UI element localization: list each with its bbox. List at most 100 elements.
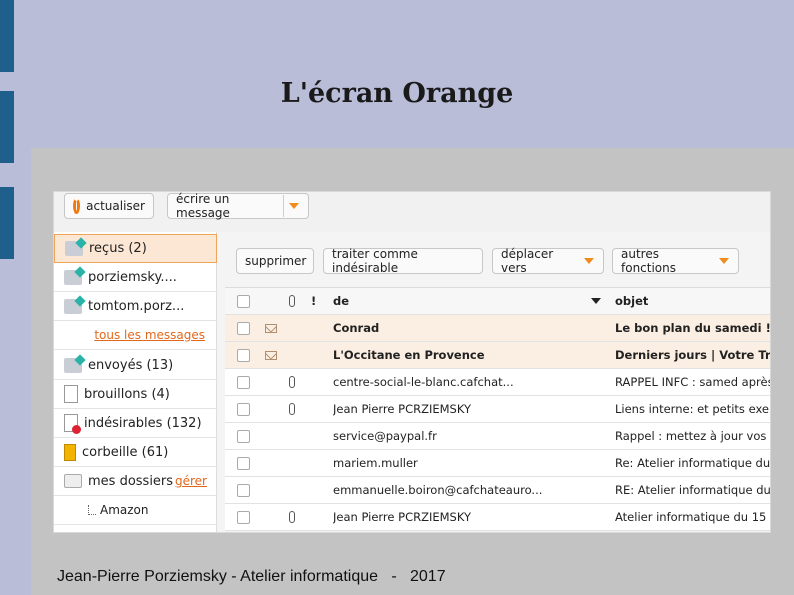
move-to-label: déplacer vers xyxy=(501,247,554,275)
table-row[interactable]: emmanuelle.boiron@cafchateauro... RE: Ate… xyxy=(225,477,771,504)
row-sender: L'Occitane en Provence xyxy=(333,348,485,362)
refresh-button[interactable]: actualiser xyxy=(64,193,154,219)
manage-folders-link[interactable]: gérer xyxy=(175,474,207,488)
sidebar-item-sent[interactable]: envoyés (13) xyxy=(54,351,217,380)
row-checkbox[interactable] xyxy=(237,348,250,362)
chevron-down-icon[interactable] xyxy=(288,199,300,213)
more-actions-label: autres fonctions xyxy=(621,247,677,275)
row-subject: Atelier informatique du 15 fev xyxy=(615,510,771,524)
sidebar-item-label: envoyés (13) xyxy=(88,357,174,373)
sidebar-item-drafts[interactable]: brouillons (4) xyxy=(54,380,217,409)
row-sender: Conrad xyxy=(333,321,380,335)
table-row[interactable]: L'Occitane en Provence Derniers jours | V… xyxy=(225,342,771,369)
select-all-cell xyxy=(237,288,250,314)
sidebar-item-inbox[interactable]: reçus (2) xyxy=(54,234,217,263)
row-checkbox[interactable] xyxy=(237,483,250,497)
from-column-header[interactable]: de xyxy=(333,288,601,314)
sidebar-item-label: Amazon xyxy=(100,503,149,517)
delete-label: supprimer xyxy=(245,254,307,268)
message-pane: supprimer traiter comme indésirable dépl… xyxy=(225,232,771,532)
trash-icon xyxy=(64,443,76,461)
sidebar-item-label: indésirables (132) xyxy=(84,415,202,431)
paperclip-icon xyxy=(289,403,295,415)
message-actions-toolbar: supprimer traiter comme indésirable dépl… xyxy=(225,232,770,287)
top-toolbar: actualiser écrire un message xyxy=(54,192,770,232)
table-header-row: ! de objet xyxy=(225,287,770,315)
row-select-cell xyxy=(237,369,250,395)
envelope-icon xyxy=(265,323,277,333)
refresh-icon xyxy=(73,198,81,214)
row-sender: Jean Pierre PCRZIEMSKY xyxy=(333,402,472,416)
sort-desc-icon xyxy=(591,298,601,304)
row-subject: RAPPEL INFC : samed après-midi xyxy=(615,375,771,389)
row-select-cell xyxy=(237,477,250,503)
row-subject: Rappel : mettez à jour vos informa xyxy=(615,429,770,443)
row-status-cell xyxy=(265,342,277,368)
sidebar-item-label: brouillons (4) xyxy=(84,386,170,402)
refresh-label: actualiser xyxy=(86,199,145,213)
sidebar-item-tomtom[interactable]: tomtom.porz... xyxy=(54,292,217,321)
row-checkbox[interactable] xyxy=(237,429,250,443)
paperclip-icon xyxy=(289,511,295,523)
attachment-column-header[interactable] xyxy=(289,288,295,314)
row-checkbox[interactable] xyxy=(237,456,250,470)
row-select-cell xyxy=(237,423,250,449)
row-checkbox[interactable] xyxy=(237,375,250,389)
row-sender: emmanuelle.boiron@cafchateauro... xyxy=(333,483,543,497)
sidebar-item-trash[interactable]: corbeille (61) xyxy=(54,438,217,467)
sidebar-item-label: mes dossiers xyxy=(88,473,174,489)
compose-label: écrire un message xyxy=(176,192,230,220)
table-row[interactable]: centre-social-le-blanc.cafchat... RAPPEL … xyxy=(225,369,771,396)
tree-branch-icon xyxy=(88,505,96,515)
row-subject: Derniers jours | Votre Trousse xyxy=(615,348,771,362)
row-attachment-cell xyxy=(289,504,295,530)
sidebar-item-amazon[interactable]: Amazon xyxy=(54,496,217,525)
table-row[interactable]: Jean Pierre PCRZIEMSKY Liens interne: et … xyxy=(225,396,771,423)
delete-button[interactable]: supprimer xyxy=(236,248,314,274)
subject-column-header[interactable]: objet xyxy=(615,288,648,314)
sidebar-item-label: corbeille (61) xyxy=(82,444,169,460)
sidebar-item-label: tomtom.porz... xyxy=(88,298,185,314)
sidebar-item-porziemsky[interactable]: porziemsky.... xyxy=(54,263,217,292)
table-row[interactable]: Jean Pierre PCRZIEMSKY Atelier informatiq… xyxy=(225,504,771,531)
slide-title: L'écran Orange xyxy=(280,78,514,109)
row-attachment-cell xyxy=(289,396,295,422)
draft-icon xyxy=(64,385,78,403)
mark-spam-button[interactable]: traiter comme indésirable xyxy=(323,247,483,275)
chevron-down-icon xyxy=(582,254,595,268)
row-select-cell xyxy=(237,315,250,341)
select-all-checkbox[interactable] xyxy=(237,294,250,308)
table-row[interactable]: mariem.muller Re: Atelier informatique du… xyxy=(225,450,770,477)
table-row[interactable]: service@paypal.fr Rappel : mettez à jour … xyxy=(225,423,770,450)
move-to-button[interactable]: déplacer vers xyxy=(492,247,604,275)
from-header-label: de xyxy=(333,294,350,308)
more-actions-button[interactable]: autres fonctions xyxy=(612,247,739,275)
row-subject: Liens interne: et petits exercices xyxy=(615,402,771,416)
slide-left-accent-bottom xyxy=(0,187,14,259)
table-row[interactable]: Conrad Le bon plan du samedi ! xyxy=(225,315,771,342)
all-messages-link[interactable]: tous les messages xyxy=(94,328,205,342)
row-checkbox[interactable] xyxy=(237,510,250,524)
paperclip-icon xyxy=(289,295,295,307)
paperclip-icon xyxy=(289,376,295,388)
row-sender: service@paypal.fr xyxy=(333,429,437,443)
sidebar-item-my-folders[interactable]: mes dossiers gérer xyxy=(54,467,217,496)
row-subject: RE: Atelier informatique du 15 fev xyxy=(615,483,771,497)
envelope-icon xyxy=(265,350,277,360)
row-select-cell xyxy=(237,342,250,368)
priority-column-header[interactable]: ! xyxy=(311,288,316,314)
row-checkbox[interactable] xyxy=(237,402,250,416)
compose-button[interactable]: écrire un message xyxy=(167,192,309,220)
chevron-down-icon xyxy=(717,254,730,268)
sidebar-item-label: reçus (2) xyxy=(89,241,147,256)
sidebar-item-spam[interactable]: indésirables (132) xyxy=(54,409,217,438)
folder-icon xyxy=(64,474,82,488)
folder-sidebar: reçus (2) porziemsky.... tomtom.porz... … xyxy=(54,232,217,532)
button-separator xyxy=(282,195,284,217)
sidebar-item-label: porziemsky.... xyxy=(88,269,177,285)
row-subject: Le bon plan du samedi ! xyxy=(615,321,771,335)
row-select-cell xyxy=(237,450,250,476)
sidebar-item-all-messages: tous les messages xyxy=(54,321,217,350)
row-checkbox[interactable] xyxy=(237,321,250,335)
sent-icon xyxy=(64,357,82,373)
